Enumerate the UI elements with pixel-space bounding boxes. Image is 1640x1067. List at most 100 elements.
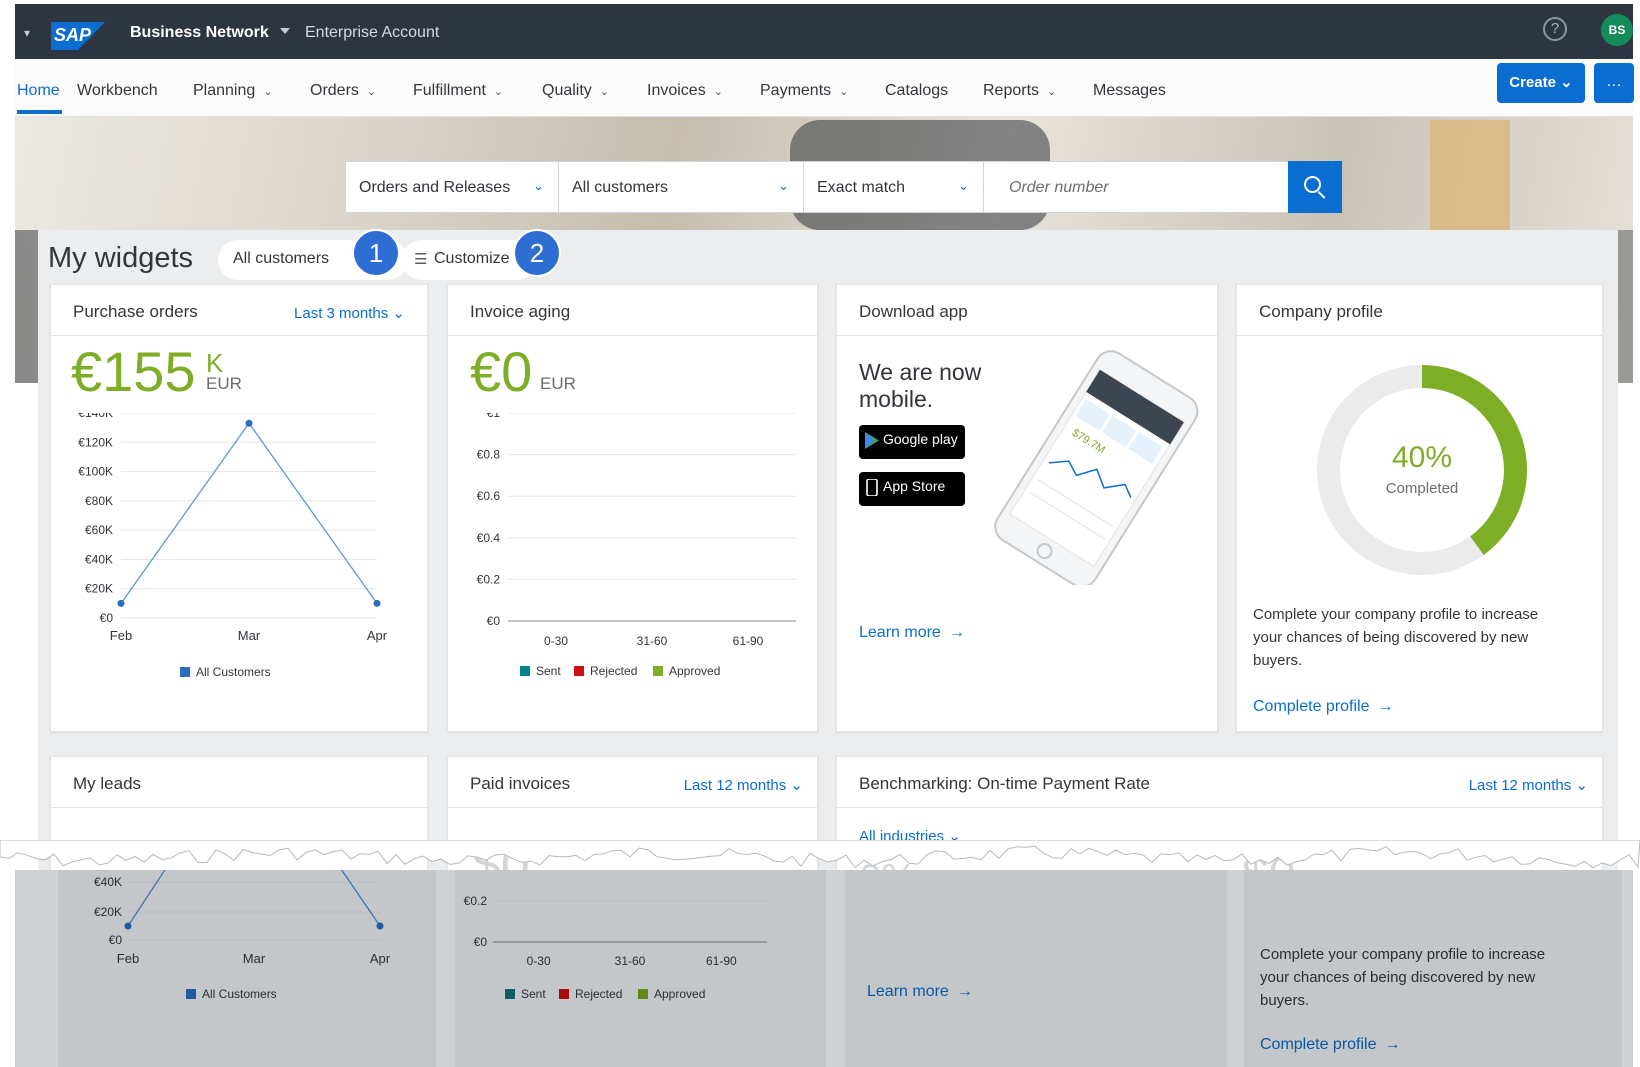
sap-logo-text: SAP [54,25,92,45]
nav-fulfillment[interactable]: Fulfillment ⌄ [413,82,503,100]
dimmed-paid-card: €0.4€0.2€00-3031-6061-90SentRejectedAppr… [455,870,826,1067]
google-play-badge[interactable]: Google play [859,425,965,459]
legend-label: Rejected [590,664,637,678]
y-tick-label: €140K [78,413,113,420]
learn-more-label: Learn more [867,983,949,1000]
legend-label: Approved [654,987,705,1001]
card-header: My leads [51,757,427,808]
nav-catalogs[interactable]: Catalogs [885,82,948,100]
legend-swatch [574,666,584,676]
shell-bar: ▾ SAP Business Network Enterprise Accoun… [15,4,1633,59]
customize-label: Customize [434,250,510,267]
account-type: Enterprise Account [305,24,440,41]
nav-payments[interactable]: Payments ⌄ [760,82,848,100]
product-caret-icon[interactable] [280,28,290,34]
nav-messages[interactable]: Messages [1093,82,1166,100]
y-tick-label: €0 [109,933,123,947]
chevron-down-icon: ⌄ [366,86,377,98]
mobile-headline-line2: mobile. [859,386,934,412]
y-tick-label: €100K [78,465,113,479]
user-avatar[interactable]: BS [1601,14,1633,46]
arrow-right-icon: → [956,983,973,1000]
more-button[interactable]: … [1594,63,1634,103]
card-header: Purchase orders Last 3 months ⌄ [51,285,427,336]
profile-desc-line3: buyers. [1260,992,1310,1009]
product-name[interactable]: Business Network [130,24,269,42]
match-value: Exact match [817,179,906,196]
period-select[interactable]: Last 3 months ⌄ [294,304,405,322]
profile-desc-line2: your chances of being discovered by new [1253,629,1529,646]
nav-invoices[interactable]: Invoices ⌄ [647,82,723,100]
mobile-headline: We are now mobile. [859,359,981,413]
mobile-headline-line1: We are now [859,359,982,385]
leads-line-chart: €60K€40K€20K€0FebMarAprAll Customers [94,870,391,1001]
learn-more-link[interactable]: Learn more → [859,624,965,642]
create-button[interactable]: Create ⌄ [1497,63,1585,103]
period-select[interactable]: Last 12 months ⌄ [1469,776,1588,794]
app-store-badge[interactable]: App Store [859,472,965,506]
legend-swatch [520,666,530,676]
legend-label: All Customers [196,665,271,679]
search-button[interactable] [1288,161,1342,213]
nav-payments-label: Payments [760,82,832,99]
period-label: Last 12 months [1468,777,1572,794]
profile-description: Complete your company profile to increas… [1260,943,1545,1012]
nav-quality[interactable]: Quality ⌄ [542,82,609,100]
arrow-right-icon: → [1384,1036,1401,1053]
period-select[interactable]: Last 12 months ⌄ [684,776,803,794]
y-tick-label: €80K [85,494,113,508]
create-label: Create [1509,74,1556,91]
paid-bar-chart: €0.4€0.2€00-3031-6061-90SentRejectedAppr… [464,894,767,1001]
learn-more-link[interactable]: Learn more → [867,983,973,1001]
complete-profile-link[interactable]: Complete profile → [1253,698,1394,716]
nav-planning[interactable]: Planning ⌄ [193,82,273,100]
nav-home[interactable]: Home [17,82,60,100]
card-header: Company profile [1237,285,1602,336]
menu-caret-icon[interactable]: ▾ [15,26,39,40]
complete-profile-link[interactable]: Complete profile → [1260,1036,1401,1054]
chevron-down-icon: ⌄ [599,86,610,98]
chevron-down-icon: ⌄ [790,777,803,794]
app-store-label: App Store [883,478,946,494]
nav-orders-label: Orders [310,82,359,99]
learn-more-label: Learn more [859,624,941,641]
nav-reports[interactable]: Reports ⌄ [983,82,1056,100]
card-title: Invoice aging [470,302,571,321]
nav-workbench[interactable]: Workbench [77,82,158,100]
chevron-down-icon: ⌄ [1047,86,1057,98]
x-tick-label: 61-90 [733,634,764,648]
chevron-down-icon: ⌄ [1575,777,1588,794]
nav-invoices-label: Invoices [647,82,706,99]
customer-select[interactable]: All customers ⌄ [559,162,804,212]
sliders-icon: ☰ [414,251,428,268]
aging-currency: EUR [540,374,576,393]
profile-percent: 40% [1392,441,1452,474]
card-header: Benchmarking: On-time Payment Rate Last … [837,757,1602,808]
y-tick-label: €0.4 [477,531,501,545]
nav-orders[interactable]: Orders ⌄ [310,82,376,100]
doc-type-value: Orders and Releases [359,179,511,196]
sap-logo[interactable]: SAP [51,22,105,50]
match-select[interactable]: Exact match ⌄ [804,162,984,212]
y-tick-label: €0 [474,935,488,949]
invoice-aging-card: Invoice aging €0 EUR €1 €0.8 €0.6 €0.4 €0.2 €… [447,284,818,732]
chevron-down-icon: ⌄ [958,178,969,193]
y-tick-label: €40K [85,552,113,566]
doc-type-select[interactable]: Orders and Releases ⌄ [346,162,559,212]
nav-active-indicator [17,110,62,114]
legend-label: Rejected [575,987,622,1001]
card-title: Download app [859,302,968,321]
data-point [373,599,381,607]
card-header: Paid invoices Last 12 months ⌄ [448,757,817,808]
data-point [245,419,253,427]
company-profile-card: Company profile 40% Completed Complete y… [1236,284,1603,732]
complete-profile-label: Complete profile [1253,698,1370,715]
help-icon[interactable]: ? [1543,17,1567,41]
legend-swatch [653,666,663,676]
order-number-input[interactable]: Order number [1009,179,1109,197]
card-header: Download app [837,285,1217,336]
profile-description: Complete your company profile to increas… [1253,603,1538,672]
nav-fulfillment-label: Fulfillment [413,82,486,99]
y-tick-label: €0 [100,611,114,625]
chevron-down-icon: ⌄ [713,86,723,98]
